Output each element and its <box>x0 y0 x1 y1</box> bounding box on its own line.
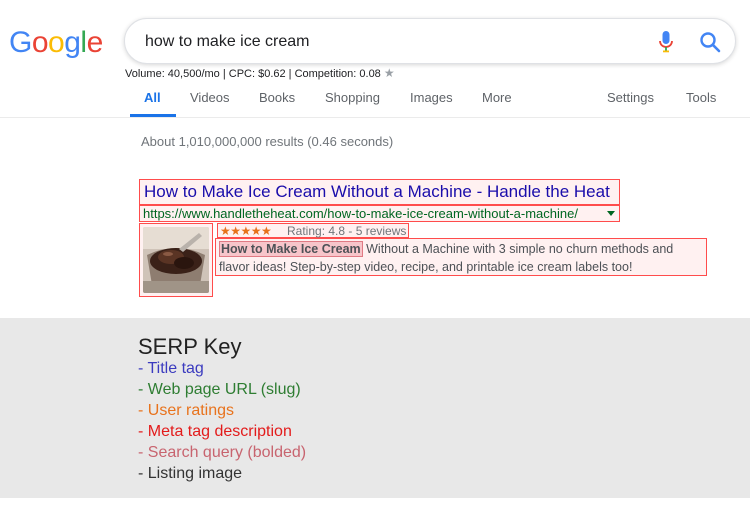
key-search-query: - Search query (bolded) <box>138 444 307 461</box>
result-url-highlight: https://www.handletheheat.com/how-to-mak… <box>139 205 620 222</box>
serp-key-title: SERP Key <box>138 334 242 359</box>
favorite-star-icon[interactable]: ★ <box>384 66 395 80</box>
meta-description-highlight: How to Make Ice Cream Without a Machine … <box>215 238 707 276</box>
logo-letter: g <box>64 26 81 59</box>
tab-tools[interactable]: Tools <box>686 90 716 105</box>
search-tabs: All Videos Books Shopping Images More Se… <box>0 80 750 118</box>
google-logo[interactable]: Google <box>9 26 103 60</box>
rating-text: Rating: 4.8 - 5 reviews <box>287 224 407 238</box>
result-url[interactable]: https://www.handletheheat.com/how-to-mak… <box>143 206 578 221</box>
tab-settings[interactable]: Settings <box>607 90 654 105</box>
tab-all[interactable]: All <box>144 90 161 105</box>
search-icon[interactable] <box>699 31 721 53</box>
tab-videos[interactable]: Videos <box>190 90 230 105</box>
key-listing-image: - Listing image <box>138 465 243 482</box>
key-title-tag: - Title tag <box>138 360 204 377</box>
tab-more[interactable]: More <box>482 90 512 105</box>
key-user-ratings: - User ratings <box>138 402 235 419</box>
rating-stars-icon: ★★★★★ <box>220 224 272 238</box>
logo-letter: G <box>9 26 32 59</box>
active-tab-indicator <box>130 114 176 117</box>
keyword-stats: Volume: 40,500/mo | CPC: $0.62 | Competi… <box>125 66 395 80</box>
logo-letter: o <box>48 26 65 59</box>
microphone-icon[interactable] <box>659 31 673 53</box>
key-meta-description: - Meta tag description <box>138 423 292 440</box>
rating-highlight: ★★★★★ Rating: 4.8 - 5 reviews <box>217 223 409 238</box>
tab-images[interactable]: Images <box>410 90 453 105</box>
tab-shopping[interactable]: Shopping <box>325 90 380 105</box>
listing-image-highlight <box>139 223 213 297</box>
result-title-link[interactable]: How to Make Ice Cream Without a Machine … <box>144 182 610 202</box>
tab-books[interactable]: Books <box>259 90 295 105</box>
search-input[interactable]: how to make ice cream <box>145 33 310 51</box>
logo-letter: e <box>86 26 104 59</box>
search-query-bold: How to Make Ice Cream <box>219 241 363 257</box>
logo-letter: o <box>31 26 49 59</box>
serp-key-panel: SERP Key - Title tag - Web page URL (slu… <box>0 318 750 498</box>
key-url: - Web page URL (slug) <box>138 381 301 398</box>
listing-image[interactable] <box>143 227 209 293</box>
keyword-stats-text: Volume: 40,500/mo | CPC: $0.62 | Competi… <box>125 68 381 80</box>
search-box[interactable]: how to make ice cream <box>124 18 736 64</box>
ice-cream-thumbnail-icon <box>143 227 209 293</box>
url-dropdown-icon[interactable] <box>607 211 615 216</box>
result-title-highlight: How to Make Ice Cream Without a Machine … <box>139 179 620 205</box>
results-stats: About 1,010,000,000 results (0.46 second… <box>141 134 394 149</box>
